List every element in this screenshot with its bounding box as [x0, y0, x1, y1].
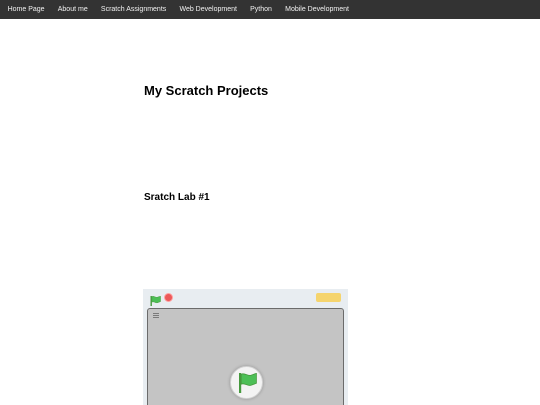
top-navigation-bar: Home Page About me Scratch Assignments W… [0, 0, 540, 19]
stop-icon[interactable] [164, 293, 173, 302]
nav-home-page[interactable]: Home Page [1, 0, 51, 19]
nav-mobile-development[interactable]: Mobile Development [279, 0, 356, 19]
section-title: Sratch Lab #1 [144, 192, 210, 203]
start-project-button[interactable] [230, 366, 263, 399]
project-stage[interactable] [147, 308, 344, 405]
nav-web-development[interactable]: Web Development [173, 0, 244, 19]
player-menu-bar [143, 289, 348, 307]
nav-scratch-assignments[interactable]: Scratch Assignments [94, 0, 173, 19]
page-title: My Scratch Projects [144, 83, 269, 98]
scratch-player-embed [143, 289, 348, 405]
nav-about-me[interactable]: About me [51, 0, 94, 19]
nav-python[interactable]: Python [244, 0, 279, 19]
green-flag-icon [239, 373, 257, 393]
menu-icon[interactable] [153, 313, 159, 318]
green-flag-icon[interactable] [150, 293, 161, 306]
turbo-mode-icon [316, 293, 341, 302]
